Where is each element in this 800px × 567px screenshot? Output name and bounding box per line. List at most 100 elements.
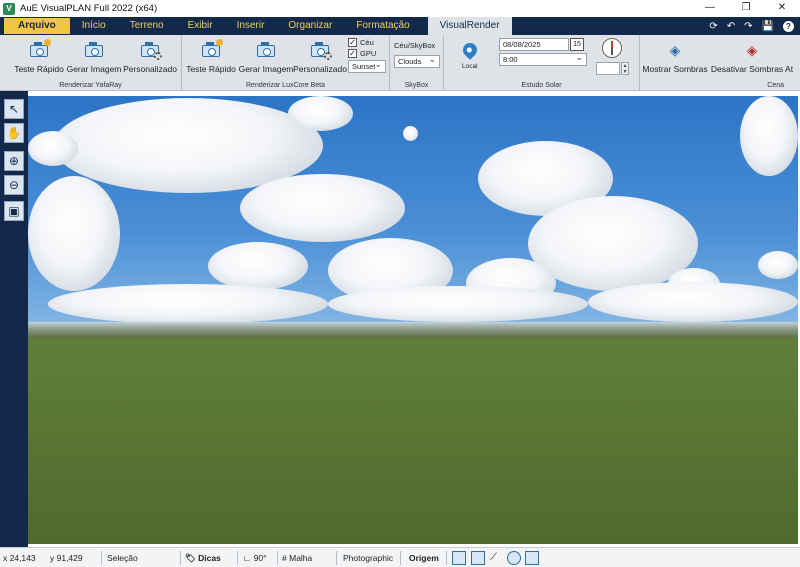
origin-button[interactable]: Origem [409,548,439,567]
cloud [740,96,798,176]
measure-icon[interactable]: ⟋ [490,551,504,565]
snap-diagonal-icon[interactable] [471,551,485,565]
cloud [240,174,405,242]
render-mode[interactable]: Photographic [343,548,393,567]
disable-shadows-button[interactable]: ◈ Desativar Sombras At [706,39,798,75]
shadow-eye-icon: ◈ [669,41,681,58]
snap-line-icon[interactable] [452,551,466,565]
render-viewport[interactable] [28,96,798,544]
group-label-luxcore: Renderizar LuxCore Beta [246,82,325,89]
yafaray-quick-test-button[interactable]: Teste Rápido [12,39,66,74]
camera-icon [254,39,278,61]
local-label: Local [462,63,478,70]
tab-inicio[interactable]: Início [70,17,118,35]
grid-toggle[interactable]: # Malha [282,548,312,567]
luxcore-quick-test-button[interactable]: Teste Rápido [184,39,238,74]
save-icon[interactable]: 💾 [762,21,774,32]
group-yafaray: Teste Rápido Gerar Imagem Personalizado … [0,35,182,91]
yafaray-render-image-button[interactable]: Gerar Imagem [64,39,124,74]
redo-icon[interactable]: ↷ [744,21,752,32]
tab-formatacao[interactable]: Formatação [344,17,421,35]
tab-inserir[interactable]: Inserir [225,17,277,35]
zoom-in-icon[interactable]: ⊕ [4,151,24,171]
show-shadows-button[interactable]: ◈ Mostrar Sombras [642,39,708,75]
checkmark-icon: ✓ [348,49,357,58]
compass-icon[interactable] [602,38,622,58]
group-label-cena: Cena [767,82,784,89]
maximize-button[interactable]: ❐ [728,0,764,17]
zoom-out-icon[interactable]: ⊖ [4,175,24,195]
cloud [288,96,353,131]
calendar-icon[interactable]: 15 [570,38,584,51]
pan-hand-icon[interactable]: ✋ [4,123,24,143]
refresh-icon[interactable]: ⟳ [709,21,717,32]
grid-icon: # [282,553,287,563]
tag-icon: 🏷 [185,553,196,563]
minimize-button[interactable]: — [692,0,728,17]
snap-circle-icon[interactable] [507,551,521,565]
checkmark-icon: ✓ [348,38,357,47]
tab-organizar[interactable]: Organizar [276,17,344,35]
north-angle-input[interactable] [596,62,620,75]
solar-date-input[interactable]: 08/08/2025 [499,38,569,51]
status-bar: x 24,143 y 91,429 Seleção 🏷 Dicas ∟ 90° … [0,547,800,567]
cloud [48,284,328,324]
undo-icon[interactable]: ↶ [727,21,735,32]
horizon-terrain [28,322,798,338]
divider [446,551,447,565]
cloud [588,282,798,322]
tab-arquivo[interactable]: Arquivo [4,18,70,34]
tab-terreno[interactable]: Terreno [118,17,176,35]
tab-exibir[interactable]: Exibir [176,17,225,35]
group-label-yafaray: Renderizar YafaRay [59,82,122,89]
y-coordinate: y 91,429 [50,553,83,563]
divider [237,551,238,565]
luxcore-render-image-button[interactable]: Gerar Imagem [236,39,296,74]
selection-status[interactable]: Seleção [107,548,138,567]
group-label-skybox: SkyBox [404,82,429,89]
zoom-extents-icon[interactable]: ▣ [4,201,24,221]
location-pin-icon[interactable] [460,40,480,60]
divider [277,551,278,565]
select-cursor-icon[interactable]: ↖ [4,99,24,119]
title-bar: V AuE VisualPLAN Full 2022 (x64) — ❐ ✕ [0,0,800,17]
sky-preset-select[interactable]: Sunset [348,59,386,73]
shadow-off-icon: ◈ [746,41,758,58]
close-button[interactable]: ✕ [764,0,800,17]
camera-quick-icon [27,39,51,61]
x-coordinate: x 24,143 [3,553,36,563]
quick-access-toolbar: ⟳ ↶ ↷ 💾 ? [709,17,794,35]
solar-time-select[interactable]: 8:00 [499,52,587,66]
skybox-toggle[interactable]: Céu/SkyBox [394,41,435,50]
divider [180,551,181,565]
ribbon: Teste Rápido Gerar Imagem Personalizado … [0,35,800,91]
gpu-checkbox[interactable]: ✓ GPU [348,49,376,58]
divider [336,551,337,565]
snap-point-icon[interactable] [525,551,539,565]
app-logo-icon: V [3,2,15,15]
window-controls: — ❐ ✕ [692,0,800,17]
camera-quick-icon [199,39,223,61]
group-cena: ◈ Mostrar Sombras ◈ Desativar Sombras At… [640,35,800,91]
angle-snap[interactable]: ∟ 90° [243,548,267,567]
yafaray-custom-button[interactable]: Personalizado [122,39,178,74]
skybox-select[interactable]: Clouds [394,54,440,68]
cloud [758,251,798,279]
help-icon[interactable]: ? [783,20,794,32]
luxcore-custom-button[interactable]: Personalizado [292,39,348,74]
menu-bar: Arquivo Início Terreno Exibir Inserir Or… [0,17,800,35]
cloud [403,126,418,141]
cloud [328,286,588,322]
window-title: AuE VisualPLAN Full 2022 (x64) [20,3,158,14]
cloud [28,131,78,166]
tab-visualrender[interactable]: VisualRender [427,17,512,35]
camera-gear-icon [308,39,332,61]
ceu-checkbox[interactable]: ✓ Céu [348,38,374,47]
group-solar: Local 08/08/2025 15 8:00 ▴▾ Estudo Solar [444,35,640,91]
camera-icon [82,39,106,61]
spinner-icon[interactable]: ▴ ▾ [621,62,629,75]
tips-toggle[interactable]: 🏷 Dicas [185,548,221,567]
group-skybox: Céu/SkyBox Clouds SkyBox [390,35,444,91]
angle-icon: ∟ [243,553,252,563]
left-toolbar: ↖ ✋ ⊕ ⊖ ▣ [0,91,28,547]
